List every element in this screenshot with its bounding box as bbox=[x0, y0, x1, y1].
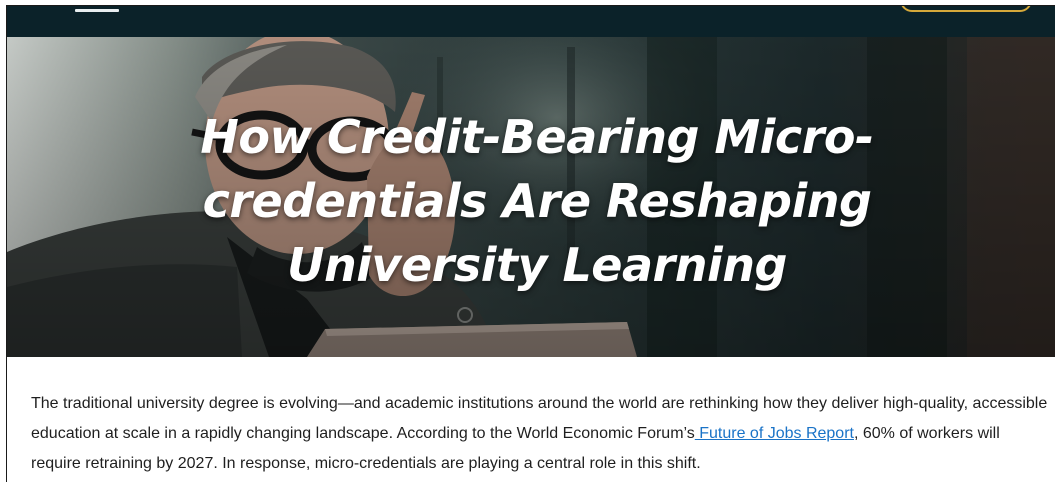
header-cta-button[interactable] bbox=[900, 6, 1032, 12]
article-title: How Credit-Bearing Micro-credentials Are… bbox=[200, 110, 874, 292]
article-intro-paragraph: The traditional university degree is evo… bbox=[31, 389, 1049, 479]
browser-viewport: How Credit-Bearing Micro-credentials Are… bbox=[6, 5, 1055, 482]
site-header bbox=[7, 6, 1055, 37]
future-of-jobs-report-link[interactable]: Future of Jobs Report bbox=[695, 425, 854, 442]
hero-banner: How Credit-Bearing Micro-credentials Are… bbox=[7, 37, 1055, 357]
hamburger-menu-icon[interactable] bbox=[75, 9, 119, 12]
